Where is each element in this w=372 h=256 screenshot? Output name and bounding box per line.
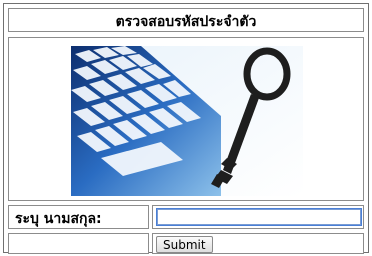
- surname-label-cell: ระบุ นามสกุล:: [8, 205, 149, 229]
- empty-cell: [8, 233, 149, 254]
- submit-button[interactable]: Submit: [156, 236, 213, 253]
- image-cell: [8, 37, 364, 201]
- header-cell: ตรวจสอบรหัสประจำตัว: [8, 8, 364, 32]
- surname-label: ระบุ นามสกุล:: [15, 211, 102, 227]
- page-title: ตรวจสอบรหัสประจำตัว: [115, 14, 257, 30]
- submit-cell: Submit: [152, 233, 364, 254]
- surname-input-cell: [152, 205, 364, 229]
- surname-input[interactable]: [156, 208, 362, 226]
- login-table: ตรวจสอบรหัสประจำตัว ระบุ นามสกุล: Submit: [3, 3, 369, 254]
- keyboard-key-icon: [71, 46, 303, 196]
